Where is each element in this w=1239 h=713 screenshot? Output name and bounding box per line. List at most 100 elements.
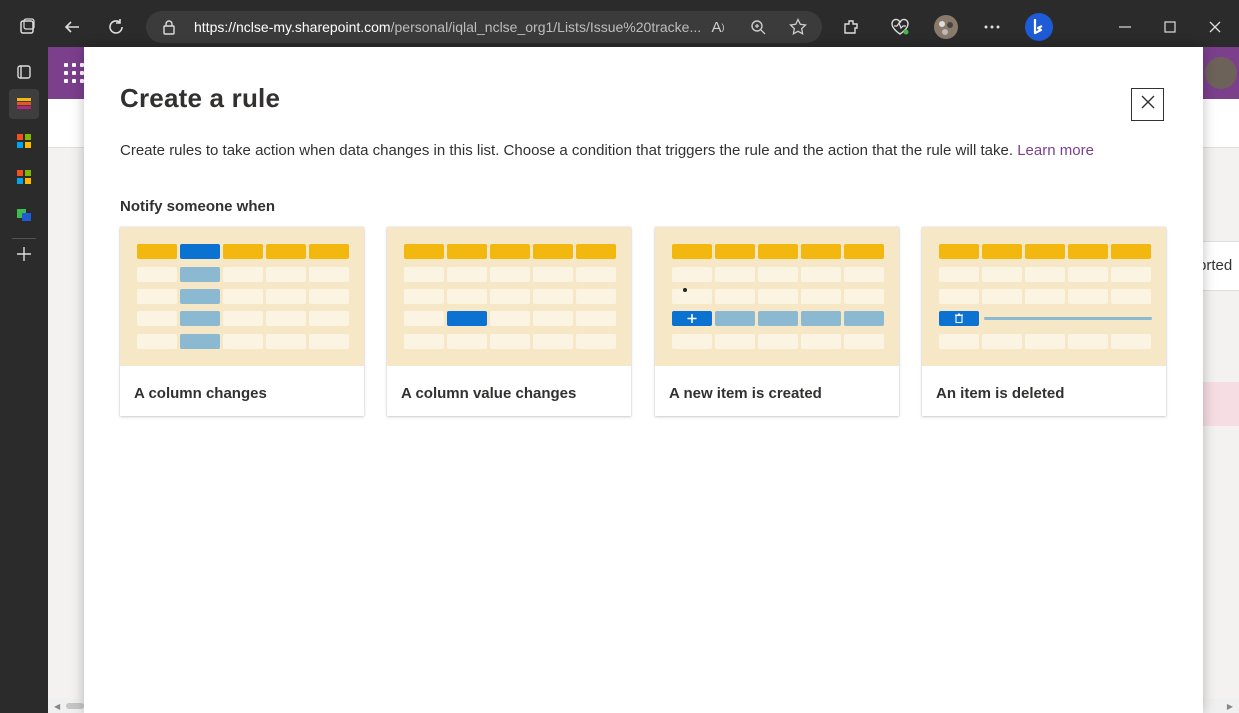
illustration-header-cell: [1111, 244, 1151, 259]
card-column-changes[interactable]: A column changes: [120, 227, 364, 416]
illustration-cell: [844, 289, 884, 304]
trash-icon: [955, 313, 963, 324]
sidebar-microsoft-icon[interactable]: [9, 162, 39, 192]
illustration-header-cell: [576, 244, 616, 259]
address-bar[interactable]: https://nclse-my.sharepoint.com/personal…: [146, 11, 822, 43]
section-title: Notify someone when: [120, 198, 276, 215]
more-icon[interactable]: [977, 12, 1007, 42]
sidebar-tabs-icon[interactable]: [9, 57, 39, 87]
illustration-highlight-cell: [715, 311, 755, 326]
illustration-cell: [404, 289, 444, 304]
illustration-cell: [404, 334, 444, 349]
illustration-cell: [223, 334, 263, 349]
card-column-value-changes[interactable]: A column value changes: [387, 227, 631, 416]
illustration-cell: [758, 334, 798, 349]
sidebar-office-icon[interactable]: [9, 126, 39, 156]
maximize-icon[interactable]: [1155, 12, 1185, 42]
illustration-cell: [223, 289, 263, 304]
illustration-header-cell: [309, 244, 349, 259]
illustration-cell: [137, 267, 177, 282]
read-aloud-icon[interactable]: A): [707, 16, 729, 38]
user-avatar[interactable]: [1205, 57, 1237, 89]
zoom-icon[interactable]: [747, 16, 769, 38]
lock-icon[interactable]: [162, 19, 176, 40]
bing-icon[interactable]: [1022, 10, 1056, 44]
illustration-cell: [939, 267, 979, 282]
illustration-header-cell: [844, 244, 884, 259]
profile-avatar[interactable]: [931, 12, 961, 42]
illustration-cell: [844, 267, 884, 282]
illustration-cell: [309, 289, 349, 304]
illustration-cell: [490, 267, 530, 282]
illustration-cell: [801, 267, 841, 282]
illustration-header-cell: [939, 244, 979, 259]
illustration-cell: [1111, 267, 1151, 282]
illustration-cell: [1111, 289, 1151, 304]
illustration-cell: [801, 334, 841, 349]
illustration-header-cell: [1068, 244, 1108, 259]
illustration-cell: [490, 334, 530, 349]
illustration-cell: [1068, 267, 1108, 282]
illustration-cell: [490, 289, 530, 304]
illustration-highlight-cell: [801, 311, 841, 326]
illustration-highlight-cell: [180, 289, 220, 304]
illustration-cell: [715, 289, 755, 304]
url-host: https://nclse-my.sharepoint.com: [194, 19, 391, 35]
scroll-left-icon[interactable]: ◀: [54, 702, 60, 711]
close-window-icon[interactable]: [1200, 12, 1230, 42]
illustration-cell: [801, 289, 841, 304]
close-button[interactable]: [1131, 88, 1164, 121]
illustration-highlight-cell: [180, 267, 220, 282]
illustration-header-cell: [137, 244, 177, 259]
illustration-cell: [137, 289, 177, 304]
illustration-cell: [672, 289, 712, 304]
column-value-changes-illustration: [387, 227, 631, 366]
illustration-header-cell: [758, 244, 798, 259]
illustration-cell: [672, 334, 712, 349]
illustration-cell: [309, 267, 349, 282]
card-new-item-created[interactable]: A new item is created: [655, 227, 899, 416]
illustration-delete-button: [939, 311, 979, 326]
illustration-cell: [404, 311, 444, 326]
refresh-icon[interactable]: [101, 12, 131, 42]
health-icon[interactable]: [885, 12, 915, 42]
illustration-cell: [223, 311, 263, 326]
illustration-cell: [576, 334, 616, 349]
sidebar-collections-icon[interactable]: [9, 89, 39, 119]
favorite-icon[interactable]: [787, 16, 809, 38]
column-changes-illustration: [120, 227, 364, 366]
illustration-header-cell: [223, 244, 263, 259]
scroll-thumb[interactable]: [66, 703, 84, 709]
illustration-cell: [533, 267, 573, 282]
illustration-cell: [758, 289, 798, 304]
illustration-cell: [137, 311, 177, 326]
tabs-icon[interactable]: [12, 12, 42, 42]
illustration-cell: [533, 334, 573, 349]
illustration-cell: [844, 334, 884, 349]
illustration-cell: [1025, 267, 1065, 282]
sidebar-games-icon[interactable]: [9, 199, 39, 229]
back-icon[interactable]: [57, 12, 87, 42]
minimize-icon[interactable]: [1110, 12, 1140, 42]
illustration-header-cell: [982, 244, 1022, 259]
sidebar-add-icon[interactable]: [9, 239, 39, 269]
new-item-illustration: [655, 227, 899, 366]
extensions-icon[interactable]: [836, 12, 866, 42]
illustration-cell: [1111, 334, 1151, 349]
illustration-cell: [1068, 334, 1108, 349]
app-launcher-icon[interactable]: [64, 63, 84, 83]
illustration-cell: [576, 267, 616, 282]
cursor-dot: [683, 288, 687, 292]
illustration-cell: [490, 311, 530, 326]
illustration-cell: [982, 334, 1022, 349]
illustration-cell: [715, 334, 755, 349]
illustration-cell: [266, 267, 306, 282]
illustration-cell: [758, 267, 798, 282]
illustration-cell: [1068, 289, 1108, 304]
learn-more-link[interactable]: Learn more: [1017, 142, 1094, 159]
browser-toolbar: https://nclse-my.sharepoint.com/personal…: [0, 0, 1239, 53]
url-text[interactable]: https://nclse-my.sharepoint.com/personal…: [194, 19, 701, 35]
card-label: An item is deleted: [936, 385, 1065, 402]
card-item-deleted[interactable]: An item is deleted: [922, 227, 1166, 416]
scroll-right-icon[interactable]: ▶: [1227, 702, 1233, 711]
